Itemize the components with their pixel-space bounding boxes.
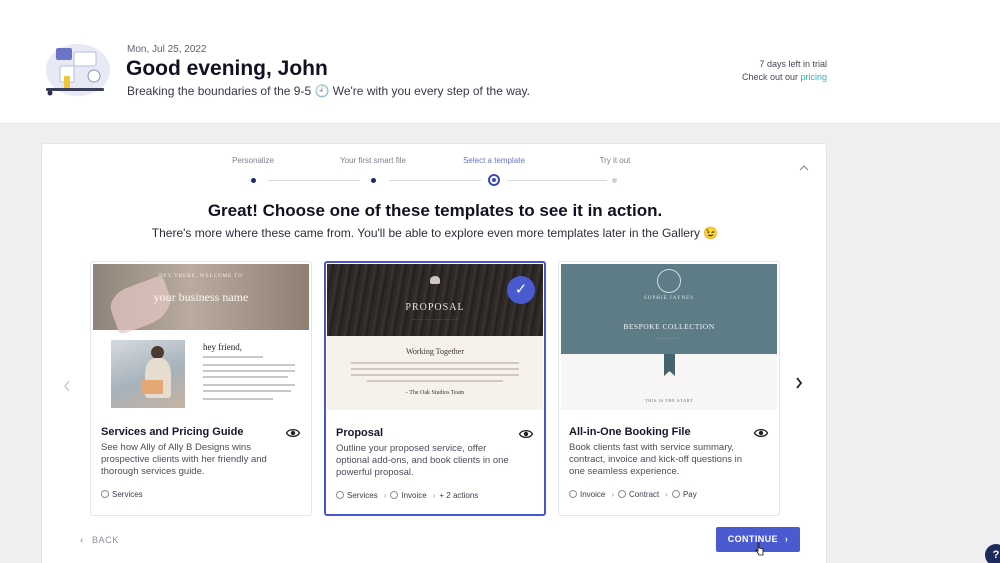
chevron-left-icon: ‹ [80, 535, 84, 546]
template-name: All-in-One Booking File [569, 426, 691, 438]
preview-greeting: hey friend, [203, 342, 242, 352]
check-icon: ✓ [507, 276, 535, 304]
template-actions: Invoice › Contract › Pay [569, 490, 699, 499]
step-dot-current [488, 174, 500, 186]
template-description: Book clients fast with service summary, … [569, 442, 743, 477]
pricing-link[interactable]: pricing [800, 72, 827, 82]
template-name: Services and Pricing Guide [101, 426, 244, 438]
eye-icon[interactable] [753, 425, 769, 441]
template-name: Proposal [336, 427, 384, 439]
stepper-connector [268, 180, 360, 181]
preview-signature: - The Oak Studios Team [405, 390, 465, 396]
preview-subtitle: Working Together [406, 347, 464, 356]
preview-name: SOPHIE JAYNES [644, 296, 694, 301]
continue-label: CONTINUE [727, 534, 778, 544]
template-actions: Services › Invoice › + 2 actions [336, 491, 480, 500]
help-button[interactable]: ? [985, 544, 1000, 563]
back-label: BACK [91, 535, 119, 545]
step-label-try-it-out: Try it out [599, 156, 631, 165]
step-label-smart-file: Your first smart file [340, 156, 406, 165]
preview-small-heading: HEY THERE, WELCOME TO [159, 274, 243, 279]
step-label-personalize: Personalize [232, 156, 274, 165]
preview-title: BESPOKE COLLECTION [623, 322, 715, 331]
trial-status: 7 days left in trial [759, 59, 827, 69]
preview-title: your business name [153, 290, 249, 304]
action-tag: Invoice [390, 491, 427, 500]
workspace-illustration-icon [46, 44, 110, 96]
chevron-up-icon[interactable] [798, 162, 810, 174]
action-tag: Contract [618, 490, 659, 499]
step-label-select-template: Select a template [463, 156, 525, 165]
onboarding-card: Personalize Your first smart file Select… [41, 143, 827, 563]
template-description: See how Ally of Ally B Designs wins pros… [101, 442, 267, 477]
back-button[interactable]: ‹ BACK [80, 535, 119, 546]
action-tag: Invoice [569, 490, 605, 499]
template-card-booking-file[interactable]: SOPHIE JAYNES BESPOKE COLLECTION - - - -… [558, 261, 780, 516]
action-tag: Pay [671, 490, 697, 499]
current-date: Mon, Jul 25, 2022 [127, 44, 207, 55]
template-card-proposal[interactable]: PROPOSAL - - - - - - - - - - - - - - - -… [324, 261, 546, 516]
action-tag: Services [101, 490, 143, 499]
step-dot-done [371, 178, 376, 183]
trial-pricing-prefix: Check out our [741, 72, 801, 82]
template-card-services-guide[interactable]: HEY THERE, WELCOME TO your business name… [90, 261, 312, 516]
template-preview-image: PROPOSAL - - - - - - - - - - - - - - - -… [327, 264, 543, 410]
preview-title: PROPOSAL [405, 302, 465, 313]
preview-footer: THIS IS THE START [644, 398, 694, 403]
action-tag: Services [336, 491, 378, 500]
mouse-cursor-icon [755, 542, 764, 556]
greeting-subtitle: Breaking the boundaries of the 9-5 🕘 We'… [127, 84, 531, 98]
template-preview-image: HEY THERE, WELCOME TO your business name… [93, 264, 309, 410]
action-tag-more: + 2 actions [439, 491, 479, 500]
template-preview-image: SOPHIE JAYNES BESPOKE COLLECTION - - - -… [561, 264, 777, 410]
chevron-left-icon[interactable] [62, 379, 72, 396]
welcome-header: Mon, Jul 25, 2022 Good evening, John Bre… [0, 0, 1000, 124]
eye-icon[interactable] [285, 425, 301, 441]
greeting-heading: Good evening, John [126, 57, 328, 80]
trial-pricing-row: Check out our pricing [742, 72, 827, 82]
stepper-connector [389, 180, 481, 181]
template-actions: Services [101, 490, 145, 499]
template-description: Outline your proposed service, offer opt… [336, 443, 509, 478]
step-dot-done [251, 178, 256, 183]
template-picker-subtitle: There's more where these came from. You'… [151, 226, 719, 240]
step-dot-future [612, 178, 617, 183]
chevron-right-icon: › [784, 534, 789, 544]
eye-icon[interactable] [518, 426, 534, 442]
stepper-connector [507, 180, 607, 181]
template-picker-title: Great! Choose one of these templates to … [207, 201, 663, 220]
chevron-right-icon[interactable] [794, 376, 804, 395]
